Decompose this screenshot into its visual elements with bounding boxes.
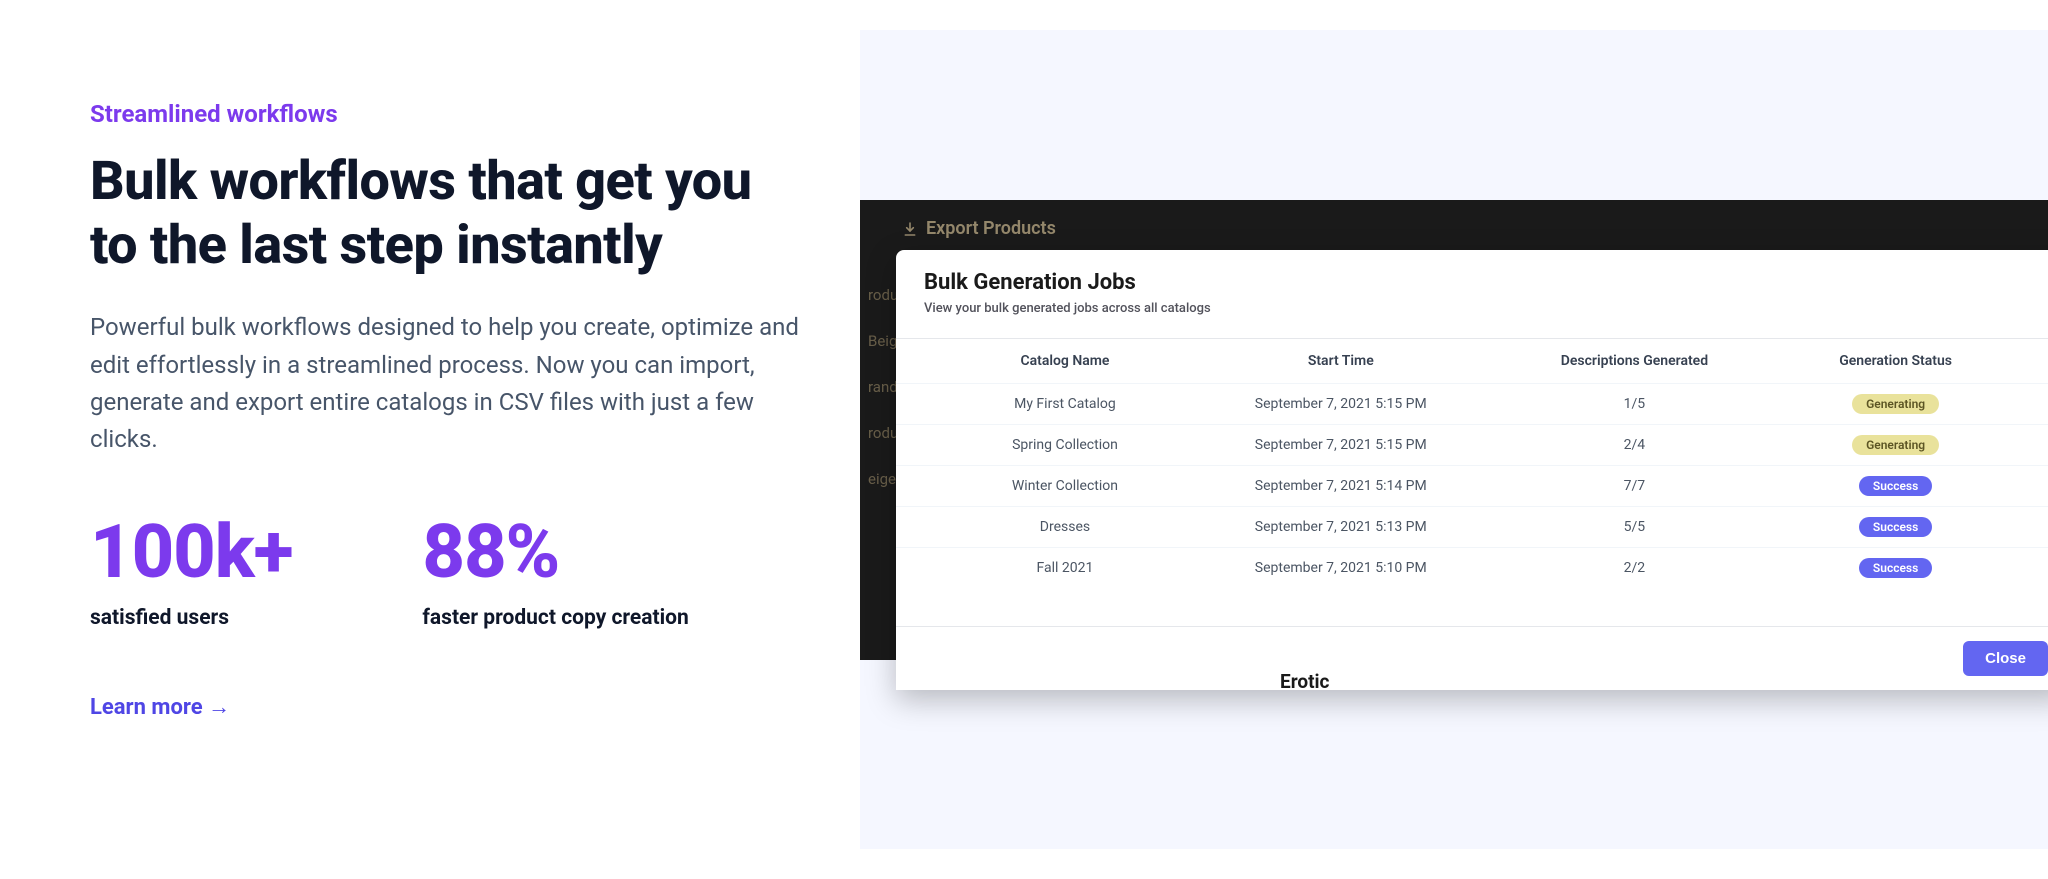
bulk-jobs-modal: Bulk Generation Jobs View your bulk gene… <box>896 250 2048 690</box>
stat-label: faster product copy creation <box>422 606 688 630</box>
cell-start-time: September 7, 2021 5:15 PM <box>1184 384 1498 425</box>
download-icon <box>902 221 918 237</box>
page-headline: Bulk workflows that get you to the last … <box>90 150 800 277</box>
cell-status: Success <box>1771 466 2048 507</box>
cell-start-time: September 7, 2021 5:10 PM <box>1184 548 1498 589</box>
cell-catalog-name: Winter Collection <box>896 466 1184 507</box>
cell-status: Generating <box>1771 384 2048 425</box>
stats-row: 100k+ satisfied users 88% faster product… <box>90 514 800 630</box>
screenshot-panel: Export Products roduct Beige rand roduct… <box>860 30 2048 849</box>
cell-catalog-name: Fall 2021 <box>896 548 1184 589</box>
cell-status: Success <box>1771 548 2048 589</box>
col-descriptions: Descriptions Generated <box>1498 339 1772 384</box>
status-badge: Generating <box>1852 394 1939 414</box>
cell-descriptions: 7/7 <box>1498 466 1772 507</box>
cell-status: Generating <box>1771 425 2048 466</box>
cell-descriptions: 2/4 <box>1498 425 1772 466</box>
stat-label: satisfied users <box>90 606 292 630</box>
table-row: DressesSeptember 7, 2021 5:13 PM5/5 Succe… <box>896 507 2048 548</box>
learn-more-link[interactable]: Learn more → <box>90 694 800 720</box>
table-row: Winter CollectionSeptember 7, 2021 5:14 … <box>896 466 2048 507</box>
obscured-text-below-modal: Erotic <box>1280 670 1329 693</box>
cell-start-time: September 7, 2021 5:15 PM <box>1184 425 1498 466</box>
stat-value: 100k+ <box>90 514 292 592</box>
cell-catalog-name: Spring Collection <box>896 425 1184 466</box>
modal-footer: Close <box>896 626 2048 690</box>
export-products-tab[interactable]: Export Products <box>902 218 1056 239</box>
stat-speed: 88% faster product copy creation <box>422 514 688 630</box>
modal-header: Bulk Generation Jobs View your bulk gene… <box>896 250 2048 326</box>
modal-title: Bulk Generation Jobs <box>924 270 2042 295</box>
col-catalog-name: Catalog Name <box>896 339 1184 384</box>
close-button[interactable]: Close <box>1963 641 2048 676</box>
table-row: Fall 2021September 7, 2021 5:10 PM2/2 Suc… <box>896 548 2048 589</box>
cell-start-time: September 7, 2021 5:13 PM <box>1184 507 1498 548</box>
tab-label: Export Products <box>926 218 1056 239</box>
table-row: My First CatalogSeptember 7, 2021 5:15 P… <box>896 384 2048 425</box>
status-badge: Generating <box>1852 435 1939 455</box>
cell-catalog-name: My First Catalog <box>896 384 1184 425</box>
status-badge: Success <box>1859 476 1932 496</box>
app-window: Export Products roduct Beige rand roduct… <box>860 200 2048 660</box>
cell-status: Success <box>1771 507 2048 548</box>
jobs-table: Catalog Name Start Time Descriptions Gen… <box>896 339 2048 588</box>
stat-users: 100k+ satisfied users <box>90 514 292 630</box>
status-badge: Success <box>1859 558 1932 578</box>
cell-start-time: September 7, 2021 5:14 PM <box>1184 466 1498 507</box>
cell-descriptions: 1/5 <box>1498 384 1772 425</box>
col-status: Generation Status <box>1771 339 2048 384</box>
status-badge: Success <box>1859 517 1932 537</box>
col-start-time: Start Time <box>1184 339 1498 384</box>
table-row: Spring CollectionSeptember 7, 2021 5:15 … <box>896 425 2048 466</box>
marketing-copy-panel: Streamlined workflows Bulk workflows tha… <box>0 0 860 879</box>
page-description: Powerful bulk workflows designed to help… <box>90 309 800 458</box>
eyebrow-label: Streamlined workflows <box>90 100 800 128</box>
stat-value: 88% <box>422 514 688 592</box>
table-header-row: Catalog Name Start Time Descriptions Gen… <box>896 339 2048 384</box>
cell-descriptions: 5/5 <box>1498 507 1772 548</box>
modal-subtitle: View your bulk generated jobs across all… <box>924 301 2042 316</box>
cell-descriptions: 2/2 <box>1498 548 1772 589</box>
cell-catalog-name: Dresses <box>896 507 1184 548</box>
